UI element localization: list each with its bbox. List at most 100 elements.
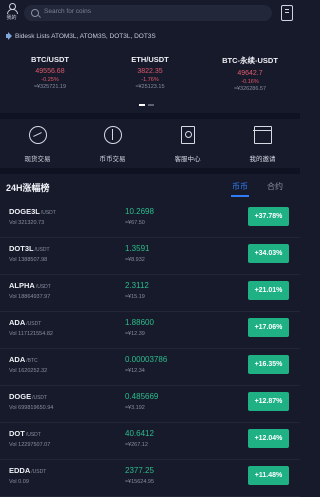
cny-price: ≈¥12.39	[125, 331, 145, 337]
ticker-price: 49642.7	[237, 70, 263, 77]
pair-quote: /USDT	[25, 432, 41, 438]
pair-quote: /USDT	[31, 469, 47, 475]
menu-spot-trading[interactable]: 现货交易	[0, 124, 75, 163]
pair-name: DOT/USDT	[9, 429, 41, 438]
carousel-dot	[148, 104, 154, 106]
pair-name: DOGE/USDT	[9, 392, 47, 401]
pair-quote: /USDT	[35, 284, 51, 290]
gainers-title: 24H涨幅榜	[6, 183, 50, 193]
last-price: 0.485669	[125, 392, 159, 401]
change-badge[interactable]: +12.04%	[248, 429, 289, 448]
change-badge[interactable]: +11.48%	[248, 466, 289, 485]
pair-base: DOT	[9, 429, 25, 438]
customer-service-icon	[180, 126, 195, 144]
pair-quote: /USDT	[34, 247, 50, 253]
volume: Vol 117121554.82	[9, 331, 53, 337]
ticker-card[interactable]: BTC-永续-USDT 49642.7 -0.16% ≈¥326286.57	[200, 55, 300, 92]
pair-name: EDDA/USDT	[9, 466, 46, 475]
search-input[interactable]: Search for coins	[24, 5, 272, 21]
ticker-price: 3822.35	[137, 68, 163, 75]
pair-base: DOT3L	[9, 244, 34, 253]
ticker-price: 49556.68	[35, 68, 65, 75]
my-account-button[interactable]: 我的	[5, 3, 19, 21]
volume: Vol 699819650.94	[9, 405, 54, 411]
last-price: 1.88600	[125, 318, 154, 327]
volume: Vol 1620252.32	[9, 368, 48, 374]
menu-label: 客服中心	[174, 156, 201, 163]
cny-price: ≈¥8.932	[125, 257, 145, 263]
ticker-pair: BTC/USDT	[31, 55, 69, 64]
document-icon[interactable]	[281, 5, 293, 21]
tab-spot[interactable]: 币币	[232, 181, 248, 192]
tab-contract[interactable]: 合约	[267, 181, 283, 192]
volume: Vol 18864937.97	[9, 294, 51, 300]
menu-label: 币币交易	[99, 156, 126, 163]
last-price: 40.6412	[125, 429, 154, 438]
change-badge[interactable]: +17.06%	[248, 318, 289, 337]
ticker-change: -1.76%	[141, 77, 159, 83]
pair-name: DOGE3L/USDT	[9, 207, 56, 216]
pair-quote: /USDT	[40, 210, 56, 216]
ticker-card[interactable]: ETH/USDT 3822.35 -1.76% ≈¥25123.15	[100, 55, 200, 90]
pair-base: DOGE3L	[9, 207, 40, 216]
table-row[interactable]: DOGE3L/USDT Vol 321320.73 10.2698 ≈¥67.50 +3…	[0, 199, 300, 238]
last-price: 2.3112	[125, 281, 149, 290]
menu-coin-trading[interactable]: 币币交易	[75, 124, 150, 163]
section-divider	[0, 113, 300, 119]
top-bar: 我的 Search for coins	[0, 0, 300, 26]
cny-price: ≈¥3.192	[125, 405, 145, 411]
menu-label: 我的邀请	[249, 156, 276, 163]
pair-name: DOT3L/USDT	[9, 244, 50, 253]
last-price: 0.00003786	[125, 355, 168, 364]
menu-my-invites[interactable]: 我的邀请	[225, 124, 300, 163]
table-row[interactable]: ALPHA/USDT Vol 18864937.97 2.3112 ≈¥15.19 +2…	[0, 273, 300, 312]
change-badge[interactable]: +16.35%	[248, 355, 289, 374]
cny-price: ≈¥67.50	[125, 220, 145, 226]
invite-gift-icon	[252, 126, 272, 144]
active-tab-underline	[231, 195, 249, 197]
table-row[interactable]: EDDA/USDT Vol 0.09 2377.25 ≈¥15624.95 +11.48…	[0, 458, 300, 497]
ticker-change: -0.16%	[241, 79, 259, 85]
pair-base: DOGE	[9, 392, 32, 401]
pair-base: ADA	[9, 355, 26, 364]
menu-customer-service[interactable]: 客服中心	[150, 124, 225, 163]
change-badge[interactable]: +34.03%	[248, 244, 289, 263]
ticker-pair: ETH/USDT	[131, 55, 169, 64]
quick-menu: 现货交易 币币交易 客服中心 我的邀请	[0, 124, 300, 164]
user-icon	[7, 3, 18, 14]
table-row[interactable]: DOGE/USDT Vol 699819650.94 0.485669 ≈¥3.192…	[0, 384, 300, 423]
featured-tickers: BTC/USDT 49556.68 -0.25% ≈¥325721.19 ETH…	[0, 55, 300, 99]
change-badge[interactable]: +37.78%	[248, 207, 289, 226]
table-row[interactable]: ADA/BTC Vol 1620252.32 0.00003786 ≈¥12.34 +1…	[0, 347, 300, 386]
last-price: 2377.25	[125, 466, 154, 475]
volume: Vol 1388507.98	[9, 257, 48, 263]
pair-quote: /USDT	[32, 395, 48, 401]
pair-quote: /BTC	[26, 358, 38, 364]
ticker-card[interactable]: BTC/USDT 49556.68 -0.25% ≈¥325721.19	[0, 55, 100, 90]
pair-base: ADA	[9, 318, 26, 327]
my-account-label: 我的	[6, 15, 17, 21]
volume: Vol 12297507.07	[9, 442, 51, 448]
cny-price: ≈¥267.12	[125, 442, 148, 448]
announcement-bar[interactable]: Bidesk Lists ATOM3L, ATOM3S, DOT3L, DOT3…	[0, 30, 300, 44]
gainers-header: 24H涨幅榜 币币 合约	[0, 178, 300, 197]
pair-base: ALPHA	[9, 281, 35, 290]
coin-trading-icon	[103, 126, 122, 144]
cny-price: ≈¥12.34	[125, 368, 145, 374]
carousel-dot-active	[139, 104, 145, 106]
pair-name: ADA/BTC	[9, 355, 38, 364]
pair-name: ALPHA/USDT	[9, 281, 51, 290]
table-row[interactable]: DOT3L/USDT Vol 1388507.98 1.3591 ≈¥8.932 +34…	[0, 236, 300, 275]
table-row[interactable]: ADA/USDT Vol 117121554.82 1.88600 ≈¥12.39 +1…	[0, 310, 300, 349]
pair-name: ADA/USDT	[9, 318, 41, 327]
search-placeholder: Search for coins	[44, 8, 91, 15]
change-badge[interactable]: +12.87%	[248, 392, 289, 411]
search-icon	[31, 9, 39, 17]
table-row[interactable]: DOT/USDT Vol 12297507.07 40.6412 ≈¥267.12 +1…	[0, 421, 300, 460]
change-badge[interactable]: +21.01%	[248, 281, 289, 300]
cny-price: ≈¥15624.95	[125, 479, 155, 485]
last-price: 1.3591	[125, 244, 150, 253]
spot-trading-icon	[28, 126, 47, 144]
cny-price: ≈¥15.19	[125, 294, 145, 300]
ticker-cny: ≈¥325721.19	[33, 84, 67, 90]
